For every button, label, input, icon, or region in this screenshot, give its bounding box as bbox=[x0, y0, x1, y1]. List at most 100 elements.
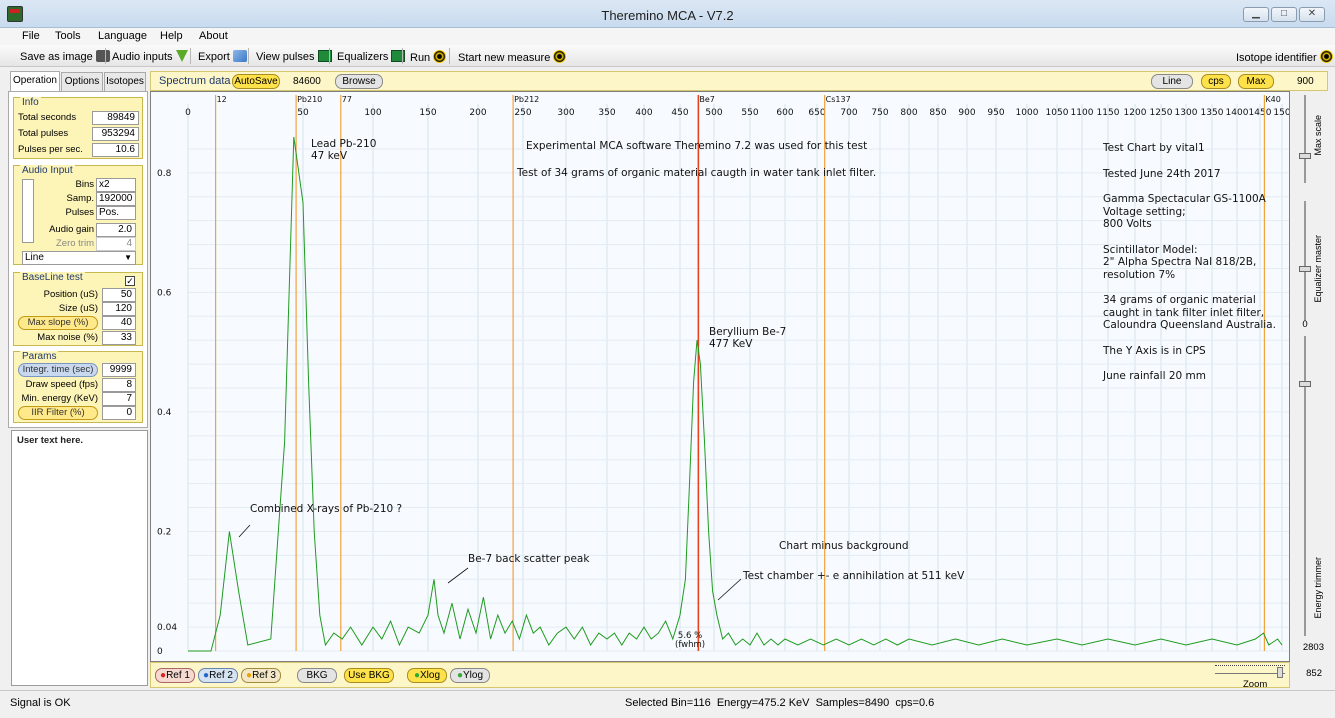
baseline-checkbox[interactable]: ✓ bbox=[125, 276, 135, 286]
integr-time-button[interactable]: Integr. time (sec) bbox=[18, 363, 98, 377]
note-line: caught in tank filter inlet filter, bbox=[1103, 306, 1265, 319]
spectrum-chart[interactable]: 0 50 100 150 200 250 300 350 400 450 500 550 600 650 7… bbox=[150, 91, 1290, 662]
position-field[interactable]: 50 bbox=[102, 288, 136, 302]
note-line: Tested June 24th 2017 bbox=[1103, 167, 1221, 180]
user-text-area[interactable]: User text here. bbox=[11, 430, 148, 686]
note-line: Caloundra Queensland Australia. bbox=[1103, 319, 1276, 331]
menu-file[interactable]: File bbox=[22, 30, 40, 42]
pulses-per-sec-value: 10.6 bbox=[92, 143, 139, 157]
equalizer-slider[interactable] bbox=[1299, 266, 1311, 272]
audio-inputs-button[interactable]: Audio inputs bbox=[112, 50, 188, 63]
bkg-button[interactable]: BKG bbox=[297, 668, 337, 683]
note-line: 800 Volts bbox=[1103, 218, 1152, 230]
isotope-identifier-button[interactable]: Isotope identifier bbox=[1236, 50, 1333, 64]
ref2-button[interactable]: ●Ref 2 bbox=[198, 668, 238, 683]
source-select[interactable]: Line ▼ bbox=[22, 251, 136, 265]
signal-status: Signal is OK bbox=[10, 697, 71, 709]
autosave-button[interactable]: AutoSave bbox=[232, 74, 280, 89]
ref1-button[interactable]: ●Ref 1 bbox=[155, 668, 195, 683]
pulses-select[interactable]: Pos. bbox=[96, 206, 136, 220]
note-line: Gamma Spectacular GS-1100A bbox=[1103, 193, 1266, 205]
max-noise-field[interactable]: 33 bbox=[102, 331, 136, 345]
note-line: resolution 7% bbox=[1103, 268, 1176, 281]
spectrum-count: 84600 bbox=[293, 76, 321, 87]
zoom-track bbox=[1215, 673, 1285, 674]
toolbar-divider bbox=[449, 48, 450, 64]
menu-tools[interactable]: Tools bbox=[55, 30, 81, 42]
equalizer-value: 0 bbox=[1302, 319, 1308, 330]
camera-icon bbox=[95, 50, 110, 62]
line-button[interactable]: Line bbox=[1151, 74, 1193, 89]
test-notes: Test Chart by vital1 Tested June 24th 20… bbox=[1103, 142, 1276, 383]
zoom-slider-thumb[interactable] bbox=[1277, 667, 1283, 678]
run-button[interactable]: Run bbox=[410, 50, 447, 64]
radiation-icon bbox=[433, 50, 447, 63]
arrow-down-icon bbox=[175, 50, 188, 62]
equalizer-track bbox=[1304, 201, 1306, 321]
window-title: Theremino MCA - V7.2 bbox=[601, 8, 734, 23]
source-value: Line bbox=[25, 252, 44, 263]
ylog-button[interactable]: ●Ylog bbox=[450, 668, 490, 683]
annihilation-annotation: Test chamber +- e annihilation at 511 ke… bbox=[743, 570, 965, 582]
menu-language[interactable]: Language bbox=[98, 30, 147, 42]
iir-filter-button[interactable]: IIR Filter (%) bbox=[18, 406, 98, 420]
energy-trimmer-slider[interactable] bbox=[1299, 381, 1311, 387]
start-new-measure-label: Start new measure bbox=[458, 52, 551, 64]
min-energy-field[interactable]: 7 bbox=[102, 392, 136, 406]
isotope-identifier-label: Isotope identifier bbox=[1236, 52, 1317, 64]
be7-kev-label: 477 KeV bbox=[709, 338, 753, 350]
ref1-label: Ref 1 bbox=[166, 670, 190, 681]
bins-select[interactable]: x2 bbox=[96, 178, 136, 192]
max-value: 900 bbox=[1297, 76, 1314, 87]
menu-help[interactable]: Help bbox=[160, 30, 183, 42]
use-bkg-button[interactable]: Use BKG bbox=[344, 668, 394, 683]
max-slope-button[interactable]: Max slope (%) bbox=[18, 316, 98, 330]
menu-about[interactable]: About bbox=[199, 30, 228, 42]
status-bar: Signal is OK Selected Bin=116 Energy=475… bbox=[0, 690, 1335, 718]
ylog-label: Ylog bbox=[463, 670, 484, 681]
tab-options[interactable]: Options bbox=[61, 72, 103, 91]
minimize-button[interactable]: ▁ bbox=[1243, 7, 1269, 22]
pulses-label: Pulses bbox=[65, 207, 94, 218]
zero-trim-label: Zero trim bbox=[56, 238, 94, 249]
toolbar-divider bbox=[248, 48, 249, 64]
cps-button[interactable]: cps bbox=[1201, 74, 1231, 89]
samp-select[interactable]: 192000 bbox=[96, 192, 136, 206]
toolbar-divider bbox=[190, 48, 191, 64]
note-line: Voltage setting; bbox=[1103, 205, 1186, 218]
browse-button[interactable]: Browse bbox=[335, 74, 383, 89]
close-button[interactable]: ✕ bbox=[1299, 7, 1325, 22]
right-panel: Max scale Equalizer master 0 Energy trim… bbox=[1290, 91, 1328, 688]
iir-filter-field[interactable]: 0 bbox=[102, 406, 136, 420]
total-pulses-label: Total pulses bbox=[18, 128, 69, 139]
tab-isotopes[interactable]: Isotopes bbox=[104, 72, 146, 91]
max-button[interactable]: Max bbox=[1238, 74, 1274, 89]
radiation-icon bbox=[1319, 50, 1333, 63]
maximize-button[interactable]: □ bbox=[1271, 7, 1297, 22]
zero-trim-field[interactable]: 4 bbox=[96, 237, 136, 251]
tab-operation[interactable]: Operation bbox=[10, 71, 60, 92]
view-pulses-button[interactable]: View pulses bbox=[256, 50, 332, 63]
xlog-label: Xlog bbox=[420, 670, 441, 681]
export-button[interactable]: Export bbox=[198, 50, 247, 63]
backscatter-annotation: Be-7 back scatter peak bbox=[468, 553, 590, 565]
integr-time-field[interactable]: 9999 bbox=[102, 363, 136, 377]
note-line: June rainfall 20 mm bbox=[1103, 370, 1206, 382]
audio-gain-field[interactable]: 2.0 bbox=[96, 223, 136, 237]
selection-status: Selected Bin=116 Energy=475.2 KeV Sample… bbox=[625, 697, 935, 709]
draw-speed-label: Draw speed (fps) bbox=[25, 379, 98, 390]
xlog-button[interactable]: ●Xlog bbox=[407, 668, 447, 683]
max-slope-field[interactable]: 40 bbox=[102, 316, 136, 330]
draw-speed-field[interactable]: 8 bbox=[102, 378, 136, 392]
max-scale-slider[interactable] bbox=[1299, 153, 1311, 159]
baseline-title: BaseLine test bbox=[20, 272, 85, 283]
equalizer-master-label: Equalizer master bbox=[1313, 235, 1323, 303]
equalizers-button[interactable]: Equalizers bbox=[337, 50, 406, 63]
start-new-measure-button[interactable]: Start new measure bbox=[458, 50, 567, 64]
audio-input-title: Audio Input bbox=[20, 165, 75, 176]
size-field[interactable]: 120 bbox=[102, 302, 136, 316]
total-pulses-value: 953294 bbox=[92, 127, 139, 141]
save-image-button[interactable]: Save as image bbox=[20, 50, 110, 63]
ref3-button[interactable]: ●Ref 3 bbox=[241, 668, 281, 683]
note-line: Test Chart by vital1 bbox=[1103, 142, 1205, 154]
